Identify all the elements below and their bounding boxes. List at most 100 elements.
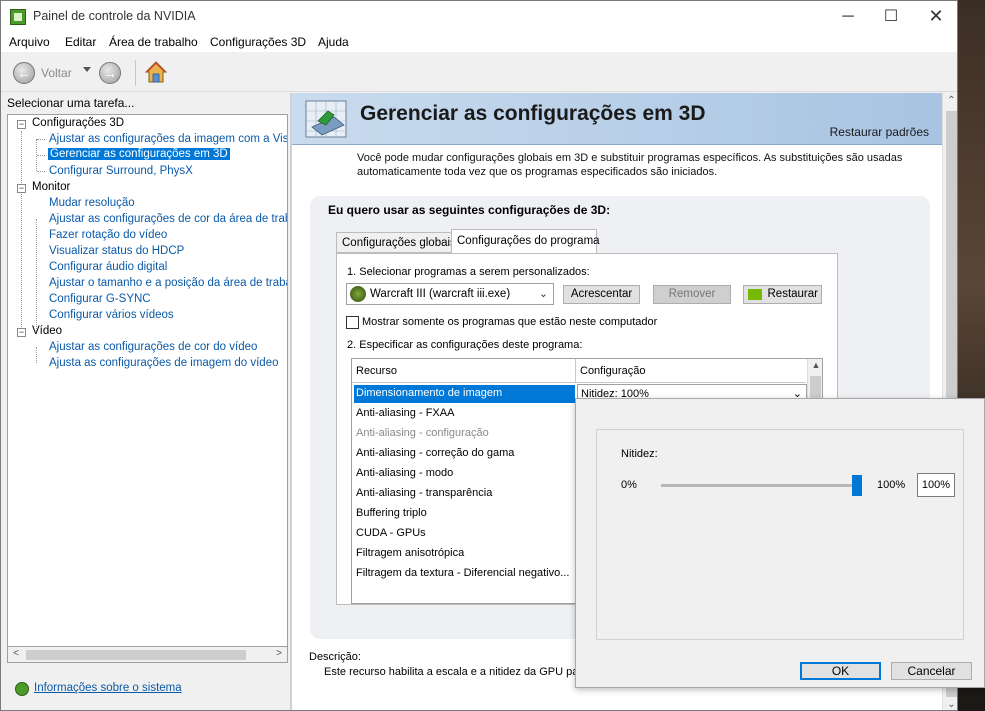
- remove-button[interactable]: Remover: [653, 285, 731, 304]
- tree-connector: [37, 171, 45, 172]
- sharpness-popup: Nitidez: 0% 100% 100% OK Cancelar: [575, 398, 985, 688]
- tree-group-configuracoes-3d[interactable]: Configurações 3D: [32, 117, 124, 129]
- tab-configuracoes-globais[interactable]: Configurações globais: [336, 232, 456, 253]
- task-link-ajustar-imagem-video[interactable]: Ajusta as configurações de imagem do víd…: [49, 357, 279, 369]
- scroll-right-icon[interactable]: >: [271, 647, 287, 662]
- toolbar-separator: [135, 60, 136, 86]
- menu-configuracoes-3d[interactable]: Configurações 3D: [210, 35, 306, 49]
- info-icon: [15, 682, 29, 696]
- column-configuracao[interactable]: Configuração: [580, 365, 645, 377]
- row-feature: Dimensionamento de imagem: [356, 387, 503, 399]
- sharpness-slider[interactable]: [661, 475, 862, 496]
- close-button[interactable]: ✕: [913, 1, 957, 32]
- scroll-left-icon[interactable]: <: [8, 647, 24, 662]
- task-header: Selecionar uma tarefa...: [7, 96, 135, 110]
- slider-max-label: 100%: [877, 479, 906, 491]
- back-history-dropdown-icon[interactable]: [83, 67, 91, 72]
- scroll-up-icon[interactable]: ▲: [808, 360, 822, 370]
- menu-arquivo[interactable]: Arquivo: [9, 35, 50, 49]
- task-link-mudar-resolucao[interactable]: Mudar resolução: [49, 197, 135, 209]
- task-link-ajustar-tamanho-posicao[interactable]: Ajustar o tamanho e a posição da área de…: [49, 277, 287, 289]
- grid-header: Recurso Configuração: [352, 359, 806, 383]
- tab-configuracoes-programa[interactable]: Configurações do programa: [451, 229, 600, 254]
- row-feature: Anti-aliasing - correção do gama: [356, 447, 515, 459]
- show-only-checkbox[interactable]: [346, 316, 359, 329]
- column-recurso[interactable]: Recurso: [356, 365, 397, 377]
- back-button-label[interactable]: Voltar: [41, 66, 72, 80]
- sharpness-label: Nitidez:: [621, 448, 658, 460]
- menu-editar[interactable]: Editar: [65, 35, 96, 49]
- task-link-configurar-surround-physx[interactable]: Configurar Surround, PhysX: [49, 165, 193, 177]
- show-only-label[interactable]: Mostrar somente os programas que estão n…: [362, 316, 657, 328]
- tree-horizontal-scrollbar[interactable]: < >: [7, 646, 288, 663]
- title-bar: Painel de controle da NVIDIA ─ ☐ ✕: [1, 1, 957, 32]
- sharpness-value-field[interactable]: 100%: [917, 473, 955, 497]
- program-select-value: Warcraft III (warcraft iii.exe): [370, 288, 511, 300]
- restore-button-label: Restaurar: [767, 288, 819, 300]
- row-feature: Buffering triplo: [356, 507, 427, 519]
- menu-ajuda[interactable]: Ajuda: [318, 35, 349, 49]
- nvidia-logo-icon: [748, 289, 762, 300]
- scroll-up-icon[interactable]: ⌃: [943, 95, 957, 106]
- description-label: Descrição:: [309, 651, 361, 663]
- tree-connector: [36, 219, 37, 331]
- program-select[interactable]: Warcraft III (warcraft iii.exe) ⌄: [346, 283, 554, 305]
- slider-min-label: 0%: [621, 479, 637, 491]
- tree-toggle-3d[interactable]: −: [17, 120, 26, 129]
- forward-icon[interactable]: →: [99, 62, 121, 84]
- nvidia-app-icon: [10, 9, 26, 25]
- tree-toggle-video[interactable]: −: [17, 328, 26, 337]
- column-divider[interactable]: [575, 359, 576, 383]
- scrollbar-thumb[interactable]: [26, 650, 246, 660]
- slider-fill: [661, 484, 857, 487]
- 3d-settings-icon: [305, 100, 347, 138]
- system-info-link[interactable]: Informações sobre o sistema: [34, 682, 182, 694]
- page-title: Gerenciar as configurações em 3D: [360, 102, 706, 125]
- intro-text: Você pode mudar configurações globais em…: [357, 152, 903, 178]
- minimize-button[interactable]: ─: [825, 1, 871, 32]
- chevron-down-icon: ⌄: [538, 288, 548, 300]
- settings-heading: Eu quero usar as seguintes configurações…: [328, 203, 611, 217]
- task-link-ajustar-imagem-visualizacao[interactable]: Ajustar as configurações da imagem com a…: [49, 133, 287, 145]
- task-link-visualizar-status-hdcp[interactable]: Visualizar status do HDCP: [49, 245, 184, 257]
- maximize-button[interactable]: ☐: [868, 1, 914, 32]
- task-panel: Selecionar uma tarefa... − Configurações…: [5, 93, 288, 706]
- task-link-ajustar-cor-area-trabalho[interactable]: Ajustar as configurações de cor da área …: [49, 213, 287, 225]
- task-link-configurar-audio-digital[interactable]: Configurar áudio digital: [49, 261, 167, 273]
- tree-connector: [21, 131, 22, 329]
- task-link-configurar-g-sync[interactable]: Configurar G-SYNC: [49, 293, 151, 305]
- toolbar: ← Voltar →: [1, 52, 957, 92]
- sharpness-group: Nitidez: 0% 100% 100%: [596, 429, 964, 640]
- warcraft-icon: [350, 286, 366, 302]
- row-feature: Filtragem da textura - Diferencial negat…: [356, 567, 570, 579]
- row-feature: Filtragem anisotrópica: [356, 547, 465, 559]
- task-tree: − Configurações 3D Ajustar as configuraç…: [7, 114, 288, 660]
- restore-defaults-link[interactable]: Restaurar padrões: [830, 125, 929, 139]
- tree-group-monitor[interactable]: Monitor: [32, 181, 70, 193]
- tree-connector: [37, 155, 45, 156]
- row-feature: CUDA - GPUs: [356, 527, 426, 539]
- back-icon[interactable]: ←: [13, 62, 35, 84]
- menu-area-de-trabalho[interactable]: Área de trabalho: [109, 35, 198, 49]
- row-feature: Anti-aliasing - FXAA: [356, 407, 455, 419]
- ok-button[interactable]: OK: [800, 662, 881, 680]
- tree-connector: [37, 139, 45, 140]
- row-feature: Anti-aliasing - modo: [356, 467, 454, 479]
- task-link-gerenciar-3d[interactable]: Gerenciar as configurações em 3D: [48, 148, 230, 160]
- add-button[interactable]: Acrescentar: [563, 285, 640, 304]
- step2-label: 2. Especificar as configurações deste pr…: [347, 339, 583, 351]
- scroll-down-icon[interactable]: ⌄: [943, 699, 957, 710]
- tree-toggle-monitor[interactable]: −: [17, 184, 26, 193]
- task-link-ajustar-cor-video[interactable]: Ajustar as configurações de cor do vídeo: [49, 341, 257, 353]
- tree-group-video[interactable]: Vídeo: [32, 325, 62, 337]
- menu-bar: Arquivo Editar Área de trabalho Configur…: [1, 32, 957, 52]
- task-link-fazer-rotacao-video[interactable]: Fazer rotação do vídeo: [49, 229, 167, 241]
- task-link-configurar-varios-videos[interactable]: Configurar vários vídeos: [49, 309, 174, 321]
- slider-thumb[interactable]: [852, 475, 862, 496]
- home-icon[interactable]: [144, 60, 168, 84]
- cancel-button[interactable]: Cancelar: [891, 662, 972, 680]
- restore-button[interactable]: Restaurar: [743, 285, 822, 304]
- tree-connector: [36, 347, 37, 363]
- row-feature: Anti-aliasing - configuração: [356, 427, 489, 439]
- window-title: Painel de controle da NVIDIA: [33, 9, 196, 23]
